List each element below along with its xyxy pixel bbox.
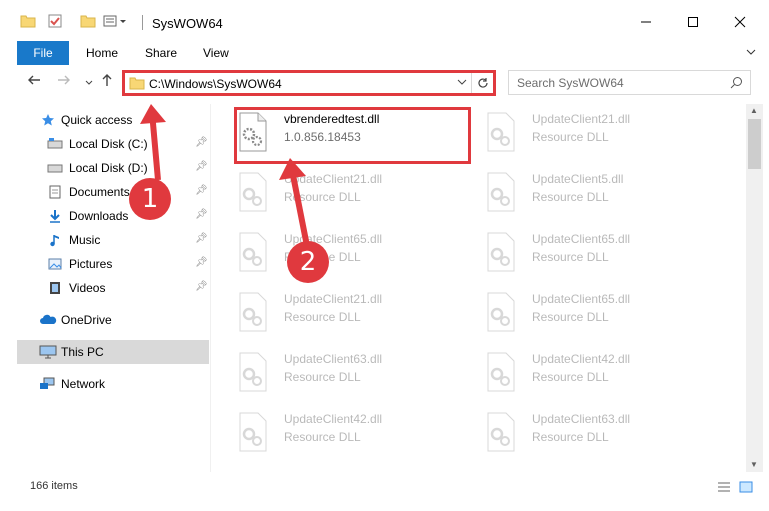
step-1-badge: 1 (129, 178, 171, 220)
explorer-window: SysWOW64 File Home Share View C:\Windows… (0, 0, 769, 511)
annotation-arrows (140, 104, 310, 247)
step-2-badge: 2 (287, 241, 329, 283)
